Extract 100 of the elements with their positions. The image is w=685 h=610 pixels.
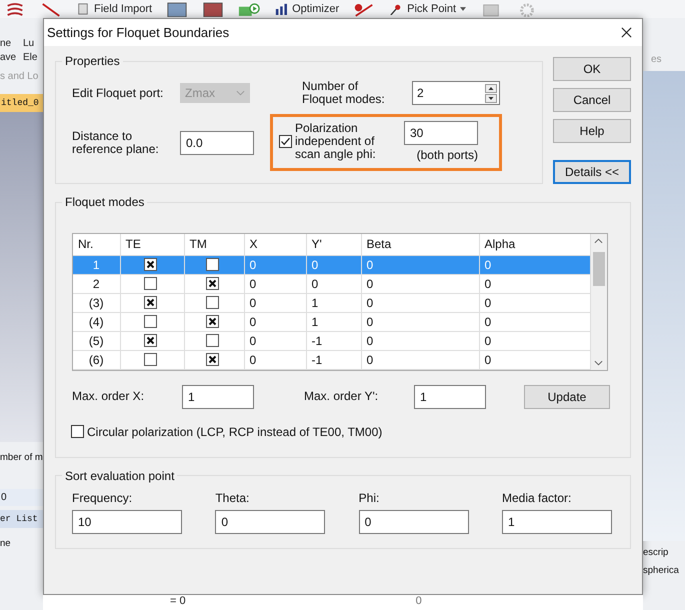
table-row[interactable]: (6) 0 -1 0 0 <box>73 350 590 369</box>
table-cell: 0 <box>312 276 318 290</box>
table-row[interactable]: (4) 0 1 0 0 <box>73 312 590 331</box>
column-header[interactable]: Beta <box>361 234 479 255</box>
table-row[interactable]: 2 0 0 0 0 <box>73 274 590 293</box>
field-label: Phi: <box>358 490 380 504</box>
table-cell: 0 <box>250 334 256 348</box>
dialog-button[interactable]: OK <box>553 57 631 81</box>
max-order-x-field[interactable]: 1 <box>182 384 254 408</box>
checkbox[interactable] <box>206 334 219 347</box>
field-label: Distance to reference plane: <box>72 130 160 156</box>
checkbox[interactable] <box>144 296 157 309</box>
table-cell: 0 <box>366 258 374 272</box>
input-field[interactable]: 10 <box>72 510 182 534</box>
dialog-button[interactable]: Help <box>553 119 631 143</box>
checkbox-label: Circular polarization (LCP, RCP instead of TE00, TM00) <box>87 424 382 438</box>
table-cell: 0 <box>0 489 43 506</box>
bar-chart-icon <box>274 3 288 15</box>
table-cell: 0 <box>484 352 492 366</box>
table-cell: (3) <box>88 296 104 310</box>
table-cell: -1 <box>312 334 322 348</box>
column-header[interactable]: TM <box>184 234 244 255</box>
ribbon-label[interactable]: Lu <box>23 38 43 49</box>
checkbox[interactable] <box>144 315 157 328</box>
spin-down-icon[interactable] <box>485 94 497 102</box>
table-cell: 0 <box>250 352 256 366</box>
angle-field[interactable]: 30 <box>404 121 478 145</box>
field-label: Number of Floquet modes: <box>302 80 386 106</box>
dialog-button[interactable]: Details << <box>553 160 631 184</box>
table-cell: 1 <box>312 314 318 328</box>
input-field[interactable]: 0 <box>358 510 469 534</box>
document-tab[interactable]: itled_0 <box>0 94 43 112</box>
group-label: s and Lo <box>0 71 40 82</box>
checkbox[interactable] <box>144 353 157 366</box>
ribbon-button[interactable]: Pick Point <box>407 3 456 15</box>
checkbox[interactable] <box>206 353 219 366</box>
ribbon-label[interactable]: ne <box>0 38 23 49</box>
close-icon[interactable] <box>621 27 632 38</box>
field-label: Edit Floquet port: <box>72 86 164 100</box>
table-cell: 0 <box>366 352 374 366</box>
column-header[interactable]: Y' <box>306 234 361 255</box>
table-cell: 0 <box>484 258 492 272</box>
column-header[interactable]: Nr. <box>73 234 120 255</box>
table-cell: 0 <box>250 258 256 272</box>
line-icon[interactable] <box>40 2 62 16</box>
ribbon-label[interactable]: ave <box>0 52 23 63</box>
dialog-button[interactable]: Cancel <box>553 88 631 112</box>
checkbox[interactable] <box>279 135 292 148</box>
table-cell: 0 <box>250 276 256 290</box>
table-cell: 0 <box>484 314 492 328</box>
play-icon[interactable] <box>238 2 260 16</box>
table-cell: 0 <box>366 334 374 348</box>
table-cell: 1 <box>92 258 100 272</box>
list-item[interactable]: ne <box>0 528 43 553</box>
field-label: Max. order X: <box>72 390 146 403</box>
ribbon-label[interactable]: Ele <box>23 52 43 63</box>
field-label: Frequency: <box>72 490 134 504</box>
group-title: Properties <box>64 54 121 68</box>
line-icon[interactable] <box>353 2 376 16</box>
table-cell: 0 <box>312 258 318 272</box>
scroll-down-icon[interactable] <box>594 360 604 366</box>
chevron-down-icon <box>236 90 245 96</box>
column-header[interactable]: Alpha <box>479 234 590 255</box>
table-row[interactable]: (3) 0 1 0 0 <box>73 293 590 312</box>
checkbox[interactable] <box>144 334 157 347</box>
field-label: Max. order Y': <box>304 390 380 403</box>
update-button[interactable]: Update <box>524 384 610 408</box>
table-cell: 0 <box>366 314 374 328</box>
table-cell: (5) <box>88 334 104 348</box>
table-row[interactable]: (5) 0 -1 0 0 <box>73 331 590 350</box>
checkbox[interactable] <box>206 315 219 328</box>
checkbox[interactable] <box>144 277 157 290</box>
modes-spinbox[interactable]: 2 <box>412 81 500 105</box>
table-cell-text: = 0 <box>170 595 186 609</box>
max-order-y-field[interactable]: 1 <box>414 384 486 408</box>
field-label: Theta: <box>215 490 250 504</box>
table-cell: 0 <box>250 314 256 328</box>
pin-icon <box>389 3 404 15</box>
ribbon-button[interactable]: Optimizer <box>292 3 340 15</box>
scrollbar[interactable] <box>590 234 607 370</box>
input-field[interactable]: 1 <box>502 510 612 534</box>
input-field[interactable]: 0 <box>215 510 326 534</box>
distance-field[interactable]: 0.0 <box>180 130 254 154</box>
checkbox[interactable] <box>71 425 84 438</box>
scroll-up-icon[interactable] <box>594 238 604 244</box>
status-text: mber of m <box>0 451 43 465</box>
ribbon-button[interactable]: Field Import <box>94 3 152 15</box>
group-title: Floquet modes <box>64 195 146 209</box>
checkbox[interactable] <box>206 277 219 290</box>
table-cell: (4) <box>88 314 104 328</box>
table-cell: 2 <box>92 276 100 290</box>
column-header[interactable]: X <box>244 234 306 255</box>
checkbox[interactable] <box>206 258 219 271</box>
checkbox[interactable] <box>144 258 157 271</box>
column-header[interactable]: TE <box>120 234 184 255</box>
document-icon <box>76 3 90 15</box>
checkbox[interactable] <box>206 296 219 309</box>
panel-header: er List <box>0 510 43 528</box>
scrollbar-thumb[interactable] <box>592 252 605 286</box>
spin-up-icon[interactable] <box>485 84 497 92</box>
